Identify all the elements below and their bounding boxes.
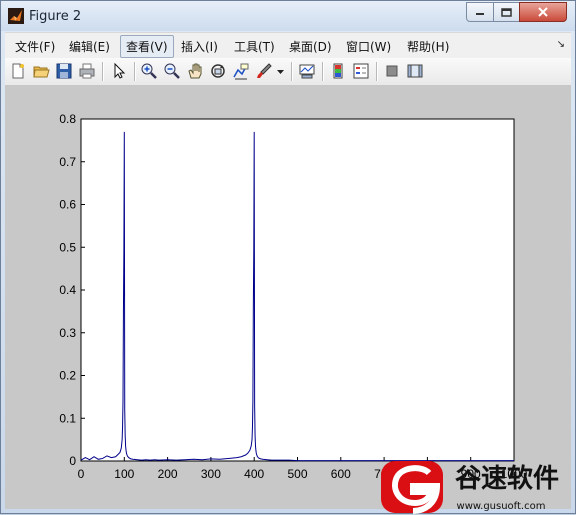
- x-tick-label: 600: [331, 467, 351, 481]
- window-title: Figure 2: [29, 9, 82, 24]
- title-bar[interactable]: Figure 2: [1, 1, 575, 31]
- x-tick-label: 200: [158, 467, 178, 481]
- hide-plot-tools-icon[interactable]: [383, 62, 401, 80]
- figure-toolbar: [5, 58, 571, 86]
- axes-box[interactable]: [80, 118, 515, 462]
- menu-file[interactable]: 文件(F): [15, 38, 55, 55]
- colorbar-icon[interactable]: [329, 62, 347, 80]
- plot-figure[interactable]: 0100200300400500600700800900100000.10.20…: [5, 86, 571, 509]
- new-figure-icon[interactable]: [9, 62, 27, 80]
- x-tick-label: 500: [287, 467, 307, 481]
- menu-insert[interactable]: 插入(I): [181, 38, 218, 55]
- save-icon[interactable]: [55, 62, 73, 80]
- print-icon[interactable]: [78, 62, 96, 80]
- menu-help[interactable]: 帮助(H): [407, 38, 449, 55]
- close-icon: [538, 7, 548, 17]
- figure-client-area: 0100200300400500600700800900100000.10.20…: [5, 86, 571, 509]
- watermark-brand: 谷速软件: [455, 464, 559, 494]
- data-cursor-icon[interactable]: [232, 62, 250, 80]
- open-file-icon[interactable]: [32, 62, 50, 80]
- y-tick-label: 0.3: [59, 326, 76, 340]
- x-tick-label: 400: [244, 467, 264, 481]
- close-button[interactable]: [519, 2, 567, 22]
- menu-desktop[interactable]: 桌面(D): [289, 38, 332, 55]
- menu-tools[interactable]: 工具(T): [234, 38, 275, 55]
- matlab-app-icon: [8, 8, 24, 24]
- minimize-button[interactable]: [466, 2, 494, 22]
- toolbar-separator: [134, 62, 136, 81]
- toolbar-separator: [322, 62, 324, 81]
- rotate-3d-icon[interactable]: [209, 62, 227, 80]
- y-tick-label: 0: [69, 454, 76, 468]
- menu-window[interactable]: 窗口(W): [346, 38, 391, 55]
- show-plot-tools-icon[interactable]: [406, 62, 424, 80]
- pointer-icon[interactable]: [110, 62, 128, 80]
- toolbar-separator: [291, 62, 293, 81]
- menu-view[interactable]: 查看(V): [120, 35, 174, 58]
- x-tick-label: 100: [114, 467, 134, 481]
- x-tick-label: 0: [78, 467, 85, 481]
- toolbar-separator: [102, 62, 104, 81]
- maximize-button[interactable]: [493, 2, 520, 22]
- menu-edit[interactable]: 编辑(E): [69, 38, 110, 55]
- y-tick-label: 0.1: [59, 411, 76, 425]
- zoom-in-icon[interactable]: [140, 62, 158, 80]
- x-tick-label: 300: [201, 467, 221, 481]
- figure-window: Figure 2 文件(F) 编辑(E) 查看(V) 插入(I) 工具(T) 桌…: [0, 0, 576, 514]
- pan-hand-icon[interactable]: [186, 62, 204, 80]
- y-tick-label: 0.2: [59, 369, 76, 383]
- minimize-icon: [476, 13, 484, 15]
- toolbar-separator: [376, 62, 378, 81]
- link-plot-icon[interactable]: [298, 62, 316, 80]
- zoom-out-icon[interactable]: [163, 62, 181, 80]
- maximize-icon: [501, 7, 512, 17]
- watermark-logo: 谷速软件 www.gusuoft.com: [381, 461, 559, 514]
- menu-bar: 文件(F) 编辑(E) 查看(V) 插入(I) 工具(T) 桌面(D) 窗口(W…: [5, 32, 571, 58]
- menu-overflow-arrow[interactable]: ↘: [557, 39, 565, 50]
- legend-icon[interactable]: [352, 62, 370, 80]
- y-tick-label: 0.8: [59, 112, 76, 126]
- y-tick-label: 0.7: [59, 155, 76, 169]
- y-tick-label: 0.6: [59, 198, 76, 212]
- brush-dropdown-icon[interactable]: [276, 62, 285, 80]
- brush-icon[interactable]: [255, 62, 273, 80]
- watermark-url: www.gusuoft.com: [457, 501, 546, 512]
- y-tick-label: 0.4: [59, 283, 76, 297]
- y-tick-label: 0.5: [59, 240, 76, 254]
